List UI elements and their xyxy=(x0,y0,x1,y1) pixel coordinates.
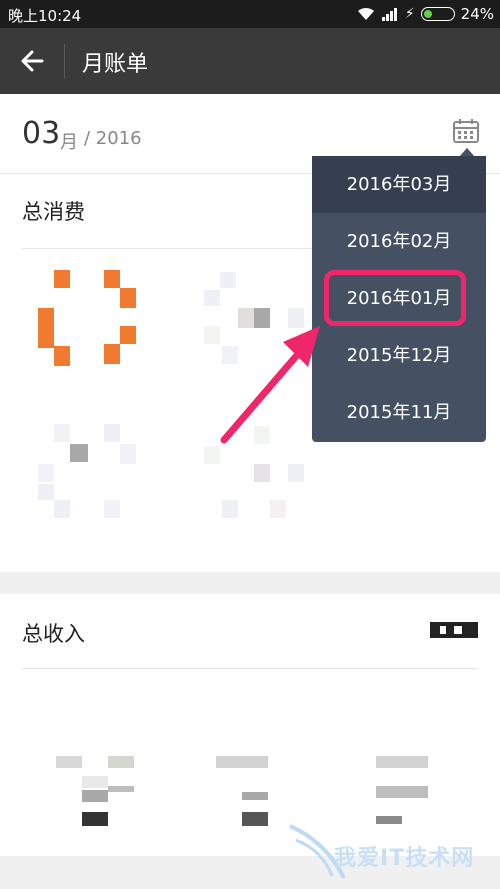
signal-icon xyxy=(381,8,397,21)
battery-percent: 24% xyxy=(460,5,494,23)
app-header: 月账单 xyxy=(0,28,500,94)
charging-icon: ⚡ xyxy=(404,6,415,22)
dropdown-item-2015-11[interactable]: 2015年11月 xyxy=(312,384,486,441)
back-arrow-icon[interactable] xyxy=(16,44,50,78)
highlight-annotation xyxy=(324,270,466,326)
watermark: 我爱IT技术网 xyxy=(286,820,496,882)
income-title: 总收入 xyxy=(22,622,85,646)
wifi-icon xyxy=(357,7,374,20)
header-divider xyxy=(64,44,65,78)
dropdown-item-2015-12[interactable]: 2015年12月 xyxy=(312,327,486,384)
status-time: 晚上10:24 xyxy=(8,7,82,25)
calendar-icon[interactable] xyxy=(452,118,480,144)
income-divider xyxy=(22,668,478,669)
expense-title: 总消费 xyxy=(22,200,85,224)
watermark-text: 我爱IT技术网 xyxy=(334,846,475,871)
status-bar: 晚上10:24 ⚡ 24% xyxy=(0,0,500,28)
current-year: / 2016 xyxy=(84,128,142,149)
current-month: 03 xyxy=(22,116,61,151)
page-title: 月账单 xyxy=(82,52,149,77)
dropdown-item-2016-03[interactable]: 2016年03月 xyxy=(312,156,486,213)
month-unit: 月 xyxy=(60,132,78,153)
dropdown-item-2016-02[interactable]: 2016年02月 xyxy=(312,213,486,270)
income-card: 总收入 xyxy=(0,594,500,856)
status-icons: ⚡ 24% xyxy=(357,5,494,23)
battery-icon xyxy=(420,7,455,21)
